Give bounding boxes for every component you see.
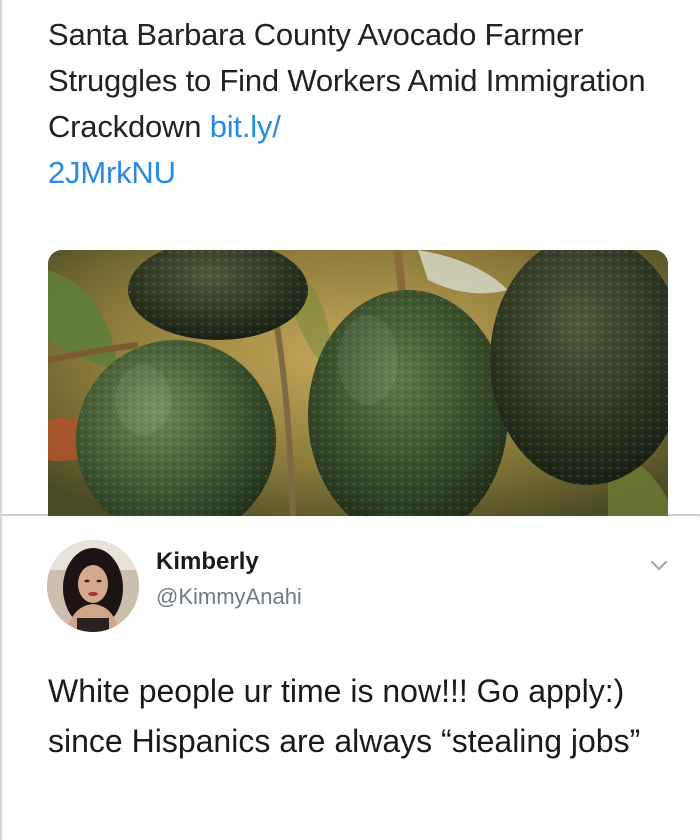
profile-photo: [47, 540, 139, 632]
avocado-photo[interactable]: [48, 250, 668, 516]
avocado-photo-art: [48, 250, 668, 516]
short-link-part2: 2JMrkNU: [48, 155, 176, 190]
avatar[interactable]: [47, 540, 139, 632]
headline: Santa Barbara County Avocado Farmer Stru…: [48, 12, 658, 196]
chevron-down-icon[interactable]: [648, 554, 670, 576]
author-name[interactable]: Kimberly: [156, 548, 259, 576]
headline-text: Santa Barbara County Avocado Farmer Stru…: [48, 17, 646, 144]
tweet[interactable]: Kimberly @KimmyAnahi White people ur tim…: [2, 518, 700, 840]
author-handle[interactable]: @KimmyAnahi: [156, 584, 302, 610]
short-link-part1: bit.ly/: [209, 109, 281, 144]
quoted-tweet[interactable]: Santa Barbara County Avocado Farmer Stru…: [2, 0, 700, 516]
tweet-text: White people ur time is now!!! Go apply:…: [48, 673, 641, 759]
screenshot-frame: Santa Barbara County Avocado Farmer Stru…: [0, 0, 700, 840]
